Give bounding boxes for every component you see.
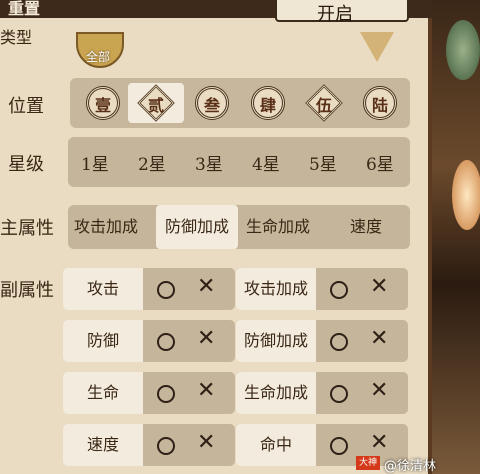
main-attr-selector: 攻击加成 防御加成 生命加成 速度 — [68, 205, 410, 249]
sub-attr-name: 防御 — [63, 320, 143, 362]
sub-attr-controls: ✕ — [143, 320, 235, 362]
sub-attr-name: 生命 — [63, 372, 143, 414]
position-5-button[interactable]: 伍 — [296, 83, 352, 123]
circle-select-icon[interactable] — [330, 281, 348, 299]
sub-attr-row-defense-bonus: 防御加成 ✕ — [236, 320, 408, 362]
type-badge-right[interactable] — [360, 32, 394, 62]
x-exclude-icon[interactable]: ✕ — [197, 274, 215, 299]
sub-attr-controls: ✕ — [143, 372, 235, 414]
all-type-badge[interactable]: 全部 — [76, 32, 124, 68]
main-attr-label: 主属性 — [0, 218, 54, 239]
watermark-text: @徐清林 — [384, 459, 437, 474]
filter-panel: 重置 开启 类型 全部 位置 壹 贰 叁 肆 伍 陆 星级 1星 2星 3星 4… — [0, 0, 432, 474]
circle-select-icon[interactable] — [157, 385, 175, 403]
star-4-option[interactable]: 4星 — [252, 150, 280, 175]
star-6-option[interactable]: 6星 — [366, 150, 394, 175]
position-4-button[interactable]: 肆 — [240, 83, 296, 123]
position-2-button[interactable]: 贰 — [128, 83, 184, 123]
sub-attr-label: 副属性 — [0, 280, 54, 301]
sub-attr-name: 速度 — [63, 424, 143, 466]
sub-attr-name: 防御加成 — [236, 320, 316, 362]
x-exclude-icon[interactable]: ✕ — [197, 326, 215, 351]
x-exclude-icon[interactable]: ✕ — [197, 378, 215, 403]
sub-attr-row-hp: 生命 ✕ — [63, 372, 235, 414]
x-exclude-icon[interactable]: ✕ — [370, 326, 388, 351]
circle-select-icon[interactable] — [330, 437, 348, 455]
star-selector: 1星 2星 3星 4星 5星 6星 — [68, 137, 410, 187]
circle-select-icon[interactable] — [330, 385, 348, 403]
lantern-glow-top — [446, 20, 480, 80]
position-1-button[interactable]: 壹 — [75, 83, 131, 123]
sub-attr-controls: ✕ — [143, 424, 235, 466]
sub-attr-row-accuracy: 命中 ✕ — [236, 424, 408, 466]
sub-attr-row-attack-bonus: 攻击加成 ✕ — [236, 268, 408, 310]
star-5-option[interactable]: 5星 — [309, 150, 337, 175]
main-attr-option-atk-bonus[interactable]: 攻击加成 — [74, 205, 138, 249]
sub-attr-name: 生命加成 — [236, 372, 316, 414]
main-attr-option-hp-bonus[interactable]: 生命加成 — [246, 205, 310, 249]
circle-select-icon[interactable] — [157, 437, 175, 455]
sub-attr-controls: ✕ — [316, 372, 408, 414]
reset-label[interactable]: 重置 — [8, 0, 40, 18]
x-exclude-icon[interactable]: ✕ — [370, 274, 388, 299]
sub-attr-row-hp-bonus: 生命加成 ✕ — [236, 372, 408, 414]
watermark-tag: 大神 — [356, 456, 380, 470]
x-exclude-icon[interactable]: ✕ — [197, 430, 215, 455]
main-attr-option-def-bonus[interactable]: 防御加成 — [156, 205, 238, 249]
position-3-button[interactable]: 叁 — [184, 83, 240, 123]
position-selector: 壹 贰 叁 肆 伍 陆 — [70, 78, 410, 128]
sub-attr-row-attack: 攻击 ✕ — [63, 268, 235, 310]
star-3-option[interactable]: 3星 — [195, 150, 223, 175]
star-1-option[interactable]: 1星 — [81, 150, 109, 175]
position-label: 位置 — [8, 96, 44, 117]
star-label: 星级 — [8, 154, 44, 175]
sub-attr-controls: ✕ — [143, 268, 235, 310]
sub-attr-name: 攻击加成 — [236, 268, 316, 310]
x-exclude-icon[interactable]: ✕ — [370, 378, 388, 403]
x-exclude-icon[interactable]: ✕ — [370, 430, 388, 455]
sub-attr-controls: ✕ — [316, 320, 408, 362]
circle-select-icon[interactable] — [157, 281, 175, 299]
open-button-label: 开启 — [317, 4, 353, 25]
sub-attr-row-defense: 防御 ✕ — [63, 320, 235, 362]
main-attr-option-speed[interactable]: 速度 — [350, 205, 382, 249]
all-type-badge-label: 全部 — [86, 50, 111, 64]
sub-attr-name: 攻击 — [63, 268, 143, 310]
sub-attr-row-speed: 速度 ✕ — [63, 424, 235, 466]
open-button[interactable]: 开启 — [275, 0, 409, 25]
lantern-glow-mid — [452, 160, 480, 230]
sub-attr-name: 命中 — [236, 424, 316, 466]
star-2-option[interactable]: 2星 — [138, 150, 166, 175]
circle-select-icon[interactable] — [330, 333, 348, 351]
type-label: 类型 — [0, 28, 33, 47]
position-6-button[interactable]: 陆 — [352, 83, 408, 123]
sub-attr-controls: ✕ — [316, 268, 408, 310]
circle-select-icon[interactable] — [157, 333, 175, 351]
